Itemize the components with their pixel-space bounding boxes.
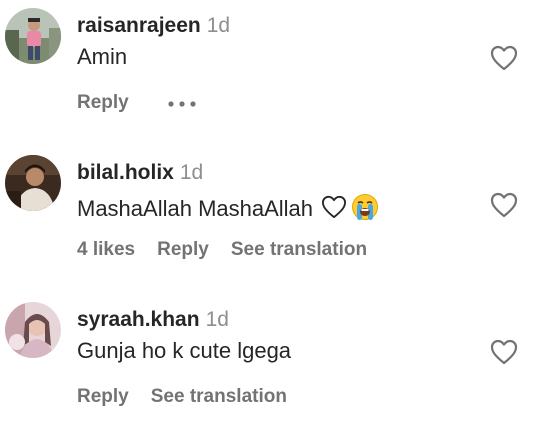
avatar[interactable] bbox=[5, 302, 61, 358]
comment-text: Gunja ho k cute lgega bbox=[77, 338, 292, 363]
avatar[interactable] bbox=[5, 155, 61, 211]
loudly-crying-face-emoji-icon bbox=[351, 193, 379, 225]
comment-text-content: MashaAllah MashaAllah bbox=[77, 196, 314, 221]
likes-count[interactable]: 4 likes bbox=[77, 239, 135, 260]
see-translation-button[interactable]: See translation bbox=[151, 386, 287, 407]
timestamp: 1d bbox=[205, 308, 229, 331]
comment-text: MashaAllah MashaAllah bbox=[77, 193, 379, 225]
username[interactable]: syraah.khan bbox=[77, 308, 200, 331]
reply-button[interactable]: Reply bbox=[77, 386, 129, 407]
see-translation-button[interactable]: See translation bbox=[231, 239, 367, 260]
white-heart-emoji-icon bbox=[321, 195, 347, 223]
username[interactable]: raisanrajeen bbox=[77, 14, 201, 37]
comment-text: Amin bbox=[77, 44, 128, 69]
timestamp: 1d bbox=[179, 161, 204, 184]
heart-outline-icon[interactable] bbox=[490, 192, 518, 218]
reply-button[interactable]: Reply bbox=[157, 239, 209, 260]
heart-outline-icon[interactable] bbox=[490, 45, 518, 71]
timestamp: 1d bbox=[206, 14, 231, 37]
ellipsis-icon[interactable] bbox=[167, 93, 197, 112]
avatar[interactable] bbox=[5, 8, 61, 64]
reply-button[interactable]: Reply bbox=[77, 92, 129, 113]
username[interactable]: bilal.holix bbox=[77, 161, 174, 184]
heart-outline-icon[interactable] bbox=[490, 339, 518, 365]
